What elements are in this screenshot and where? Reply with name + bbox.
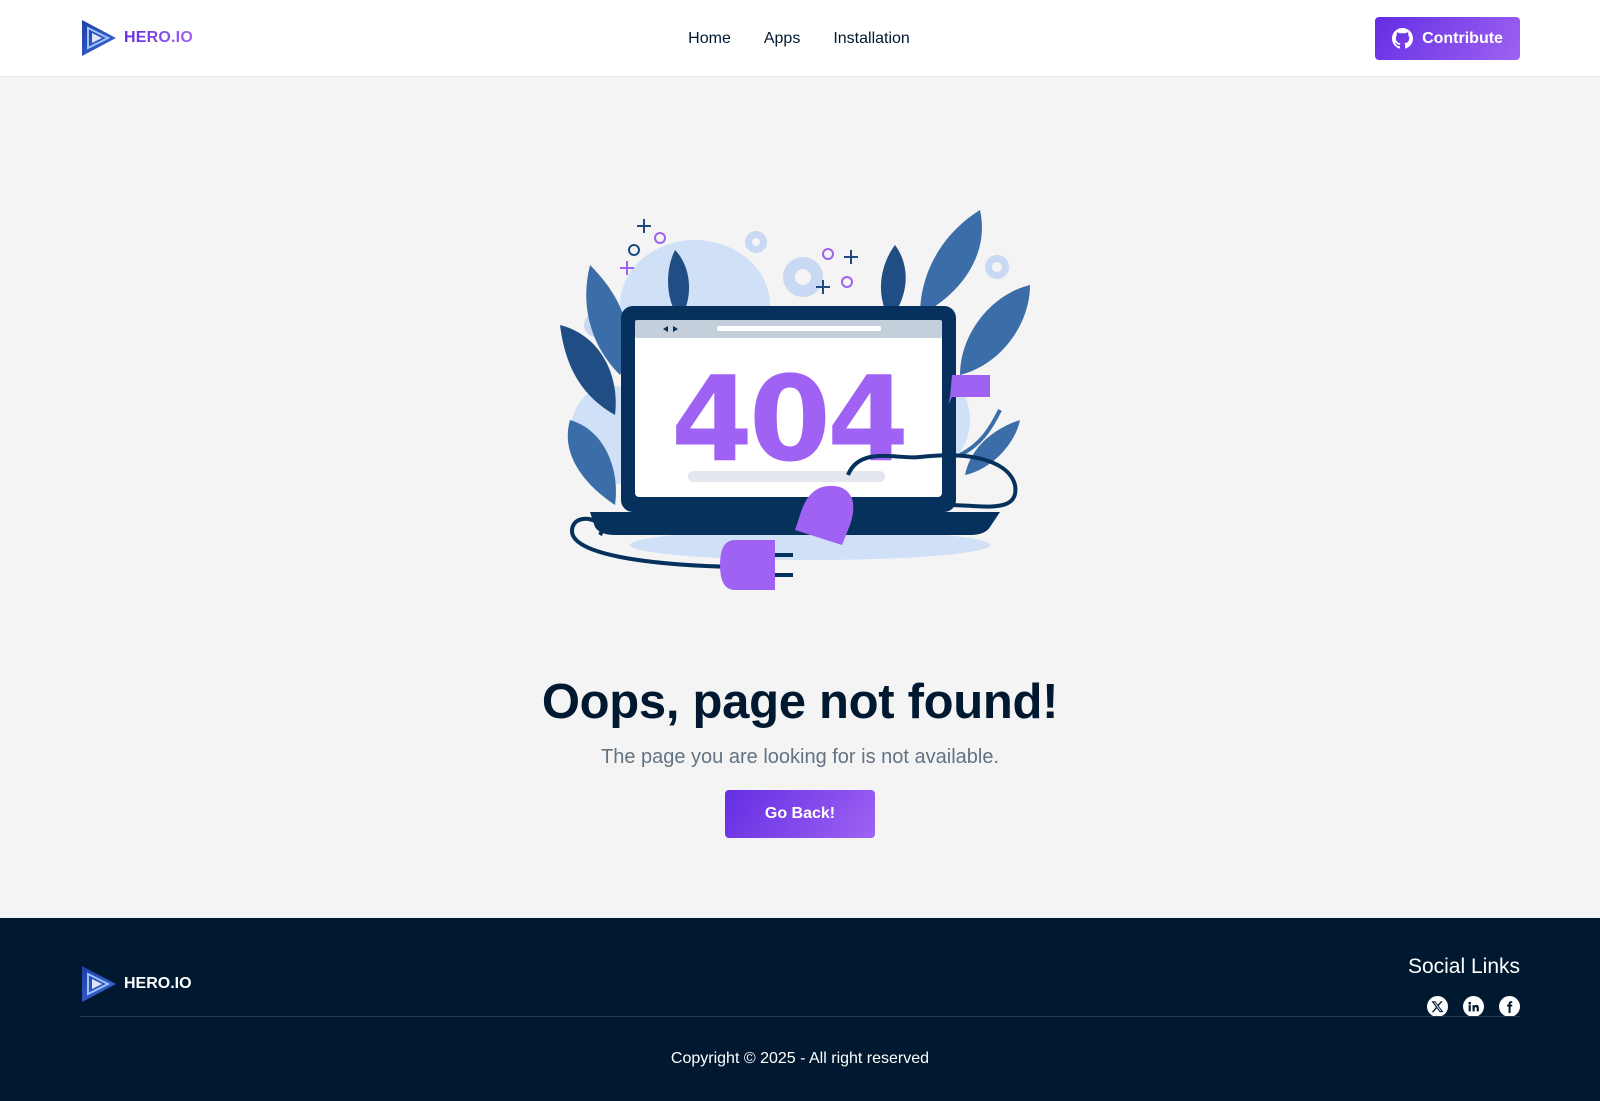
- main-nav: Home Apps Installation: [0, 28, 1600, 50]
- footer-brand[interactable]: HERO.IO: [80, 964, 192, 1004]
- navbar: HERO.IO Home Apps Installation Contribut…: [0, 0, 1600, 77]
- facebook-icon[interactable]: [1499, 996, 1520, 1017]
- footer-divider: [80, 1016, 1520, 1017]
- error-title: Oops, page not found!: [541, 675, 1059, 729]
- contribute-label: Contribute: [1422, 29, 1503, 47]
- footer-brand-name: HERO.IO: [124, 975, 192, 992]
- error-subtitle: The page you are looking for is not avai…: [600, 746, 1000, 768]
- error-404-illustration: 404: [560, 205, 1040, 615]
- social-links-title: Social Links: [1407, 955, 1520, 978]
- logo-icon: [82, 966, 116, 1002]
- social-links: [1427, 996, 1520, 1017]
- github-icon: [1392, 28, 1414, 49]
- nav-installation[interactable]: Installation: [833, 28, 910, 50]
- nav-apps[interactable]: Apps: [764, 28, 800, 50]
- linkedin-icon[interactable]: [1463, 996, 1484, 1017]
- nav-home[interactable]: Home: [688, 28, 731, 50]
- laptop-404-illustration: 404: [560, 210, 1030, 590]
- footer: HERO.IO Social Links Copyright © 2025 - …: [0, 918, 1600, 1101]
- go-back-button[interactable]: Go Back!: [725, 790, 875, 838]
- 404-text: 404: [671, 350, 905, 488]
- copyright-text: Copyright © 2025 - All right reserved: [670, 1050, 930, 1067]
- contribute-button[interactable]: Contribute: [1375, 17, 1520, 60]
- x-icon[interactable]: [1427, 996, 1448, 1017]
